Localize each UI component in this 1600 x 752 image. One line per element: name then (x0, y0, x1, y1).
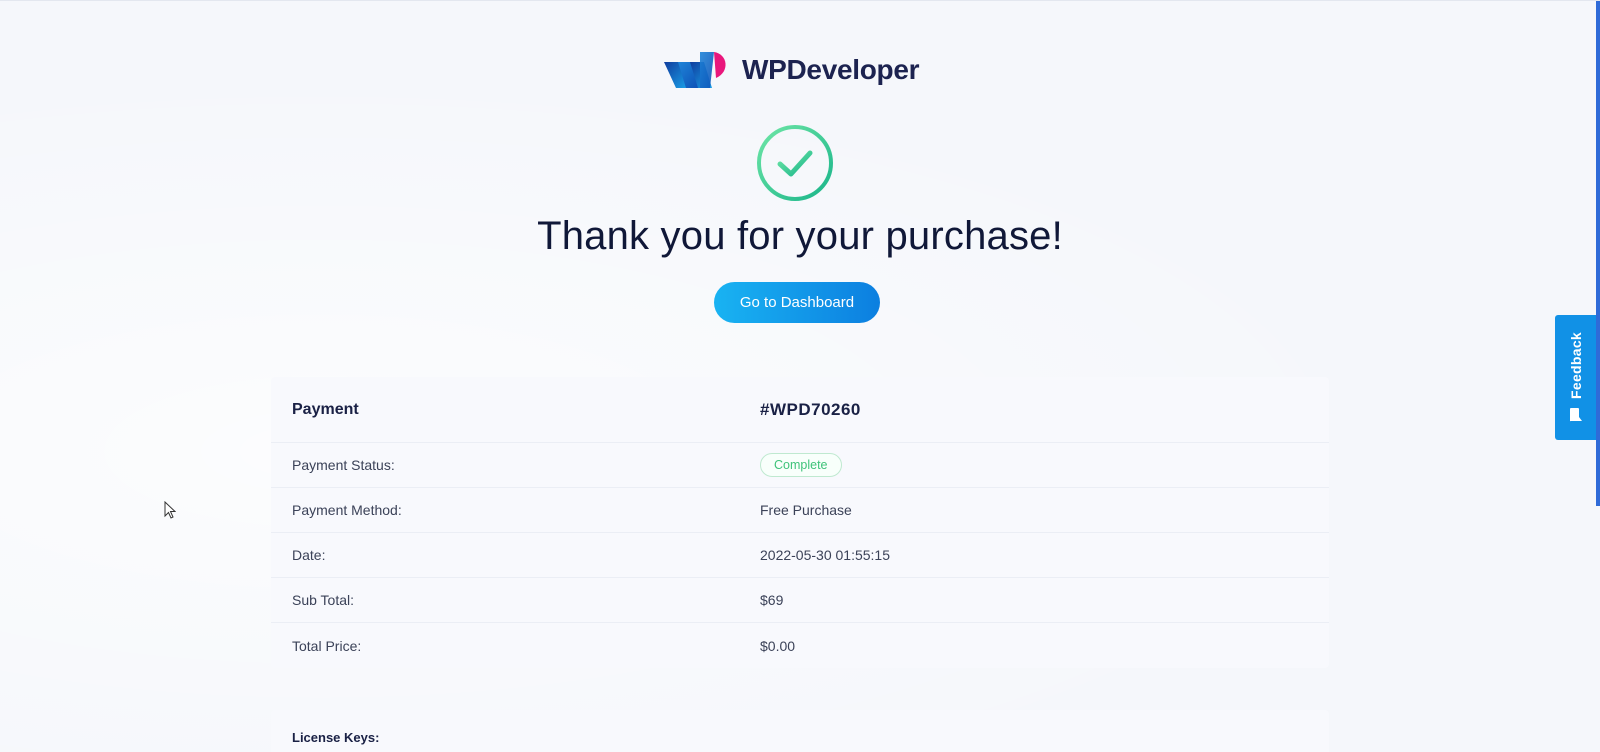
payment-method-row: Payment Method: Free Purchase (271, 488, 1329, 533)
payment-id: #WPD70260 (760, 399, 861, 419)
mouse-cursor-icon (164, 501, 176, 519)
sub-total-row: Sub Total: $69 (271, 578, 1329, 623)
total-price-value: $0.00 (760, 637, 796, 654)
sub-total-value: $69 (760, 592, 784, 608)
payment-status-row: Payment Status: Complete (271, 443, 1329, 488)
payment-header-row: Payment #WPD70260 (271, 377, 1329, 443)
payment-status-label: Payment Status: (292, 457, 395, 473)
feedback-label: Feedback (1567, 332, 1584, 399)
payment-details-card: Payment #WPD70260 Payment Status: Comple… (271, 377, 1329, 668)
license-keys-label: License Keys: (292, 730, 380, 745)
feedback-tab[interactable]: Feedback (1555, 315, 1596, 440)
brand-name: WPDeveloper (742, 54, 920, 85)
date-value: 2022-05-30 01:55:15 (760, 547, 890, 563)
payment-label: Payment (292, 400, 359, 418)
check-circle-icon (757, 125, 833, 201)
status-badge: Complete (760, 453, 842, 477)
brand-logo[interactable]: WPDeveloper (664, 48, 920, 92)
sub-total-label: Sub Total: (292, 592, 355, 608)
go-to-dashboard-button[interactable]: Go to Dashboard (714, 282, 880, 323)
payment-method-label: Payment Method: (292, 502, 402, 518)
page: WPDeveloper Thank you for your purchase!… (0, 0, 1600, 752)
wpdeveloper-logo-icon (664, 52, 726, 88)
date-row: Date: 2022-05-30 01:55:15 (271, 533, 1329, 578)
total-price-row: Total Price: $0.00 (271, 623, 1329, 668)
page-title: Thank you for your purchase! (537, 214, 1063, 258)
date-label: Date: (292, 547, 326, 563)
license-keys-card: License Keys: (271, 710, 1329, 752)
total-price-label: Total Price: (292, 637, 362, 654)
payment-method-value: Free Purchase (760, 502, 852, 518)
chat-bubble-icon (1569, 408, 1582, 422)
